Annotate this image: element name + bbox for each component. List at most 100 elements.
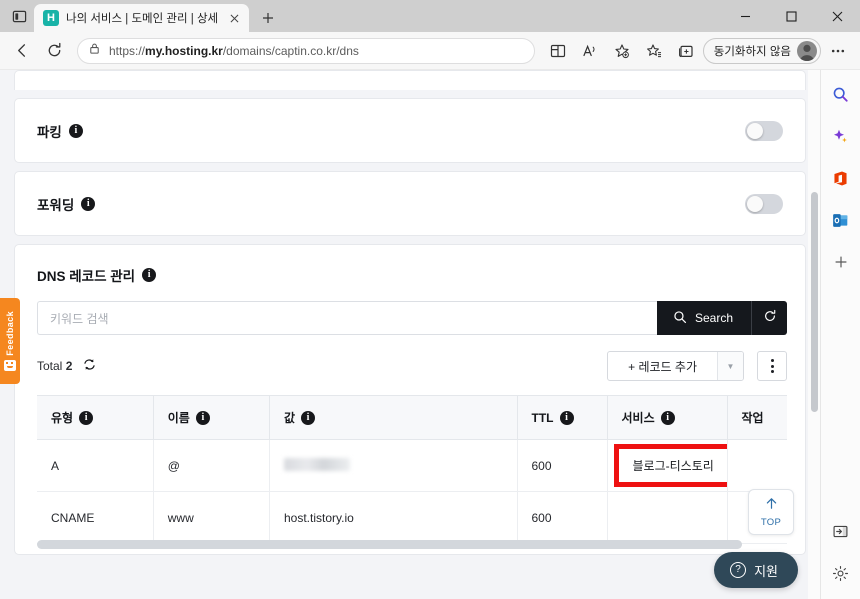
window-close-icon[interactable] [814,0,860,32]
section-forwarding: 포워딩 i [14,171,806,236]
page-scrollbar[interactable] [808,70,820,599]
profile-label: 동기화하지 않음 [713,45,791,58]
copilot-icon[interactable] [827,122,855,150]
parking-label-group: 파킹 i [37,121,83,141]
refresh-icon[interactable] [39,36,69,66]
cell-type: CNAME [37,491,154,544]
edge-sidebar [820,70,860,599]
info-icon[interactable]: i [195,410,210,425]
table-header-row: 유형 i 이름 i 값i TTL i 서비스 i 작업 [37,395,787,440]
office-icon[interactable] [827,164,855,192]
back-icon[interactable] [7,36,37,66]
info-icon[interactable]: i [559,410,574,425]
scroll-to-top-button[interactable]: TOP [748,489,794,535]
settings-gear-icon[interactable] [827,559,855,587]
add-record-button[interactable]: + 레코드 추가 ▼ [607,351,744,381]
toggle-knob [747,122,763,139]
status-badge: 블로그-티스토리 [613,444,726,487]
forwarding-toggle[interactable] [745,193,783,214]
lock-icon [88,42,101,60]
column-header-ttl: TTL i [517,395,608,440]
tab-close-icon[interactable] [225,9,243,27]
search-input[interactable]: 키워드 검색 [37,301,657,335]
forwarding-label: 포워딩 [37,197,75,213]
dns-search-row: 키워드 검색 Search [15,301,805,335]
search-button[interactable]: Search [656,301,751,335]
cell-type: A [37,439,154,492]
search-icon[interactable] [827,80,855,108]
scroll-to-top-label: TOP [760,517,782,528]
kebab-dot [770,359,774,362]
reset-icon [763,309,777,328]
refresh-icon[interactable] [83,358,96,374]
window-minimize-icon[interactable] [722,0,768,32]
support-label: 지원 [754,563,778,579]
scrollbar-thumb[interactable] [37,540,742,549]
add-record-label: + 레코드 추가 [628,359,697,374]
window-maximize-icon[interactable] [768,0,814,32]
tab-actions-icon[interactable] [4,0,34,32]
read-aloud-icon[interactable] [575,36,605,66]
window-controls [722,0,860,32]
new-tab-icon[interactable] [255,5,281,31]
cell-ttl: 600 [517,491,608,544]
address-bar[interactable]: https://my.hosting.kr/domains/captin.co.… [77,37,535,64]
column-header-name: 이름 i [153,395,271,440]
smiley-icon [4,359,16,371]
cell-service: 블로그-티스토리 [607,439,728,492]
support-button[interactable]: ? 지원 [714,552,798,588]
search-reset-button[interactable] [751,301,787,335]
search-button-label: Search [694,311,733,325]
info-icon[interactable]: i [301,410,316,425]
cell-name: @ [153,439,271,492]
dns-header: DNS 레코드 관리 i [15,245,805,301]
dns-meta-row: Total 2 + 레코드 추가 ▼ [15,335,805,395]
search-placeholder: 키워드 검색 [50,311,109,326]
browser-tab[interactable]: H 나의 서비스 | 도메인 관리 | 상세 [34,4,250,32]
cell-value [269,439,518,492]
table-row[interactable]: A @ 600 블로그-티스토리 [37,439,787,492]
tab-favicon: H [43,10,59,26]
info-icon[interactable]: i [68,123,83,138]
section-parking: 파킹 i [14,98,806,163]
browser-title-bar: H 나의 서비스 | 도메인 관리 | 상세 [0,0,860,32]
column-header-action: 작업 [727,395,787,440]
add-tool-icon[interactable] [827,248,855,276]
column-header-type: 유형 i [37,395,154,440]
favorites-icon[interactable] [639,36,669,66]
dns-actions: + 레코드 추가 ▼ [607,351,787,381]
dns-records-table: 유형 i 이름 i 값i TTL i 서비스 i 작업 A @ 600 블로그-… [37,395,787,544]
tab-title: 나의 서비스 | 도메인 관리 | 상세 [66,13,219,25]
split-screen-icon[interactable] [543,36,573,66]
info-icon[interactable]: i [142,268,157,282]
table-horizontal-scrollbar[interactable] [37,540,787,549]
parking-toggle[interactable] [745,120,783,141]
total-count-group: Total 2 [37,358,96,374]
collections-icon[interactable] [671,36,701,66]
settings-more-icon[interactable] [823,36,853,66]
expand-panel-icon[interactable] [827,517,855,545]
address-bar-url: https://my.hosting.kr/domains/captin.co.… [109,43,359,58]
cell-ttl: 600 [517,439,608,492]
table-row[interactable]: CNAME www host.tistory.io 600 [37,491,787,544]
kebab-dot [770,370,774,373]
kebab-dot [770,364,774,368]
sidebar-bottom-group [827,517,855,599]
info-icon[interactable]: i [81,196,96,211]
chevron-down-icon[interactable]: ▼ [717,352,743,380]
feedback-tab[interactable]: Feedback [0,298,20,384]
scrollbar-thumb[interactable] [811,192,818,412]
outlook-icon[interactable] [827,206,855,234]
more-options-button[interactable] [757,351,787,381]
feedback-label: Feedback [5,311,15,356]
profile-button[interactable]: 동기화하지 않음 [702,37,821,64]
cell-service [607,491,728,544]
redacted-value [284,457,350,471]
column-header-value: 값i [269,395,518,440]
forwarding-label-group: 포워딩 i [37,194,96,214]
add-favorite-icon[interactable] [607,36,637,66]
total-text: Total 2 [37,359,73,373]
info-icon[interactable]: i [79,410,94,425]
cell-action[interactable] [727,439,787,492]
info-icon[interactable]: i [660,410,675,425]
